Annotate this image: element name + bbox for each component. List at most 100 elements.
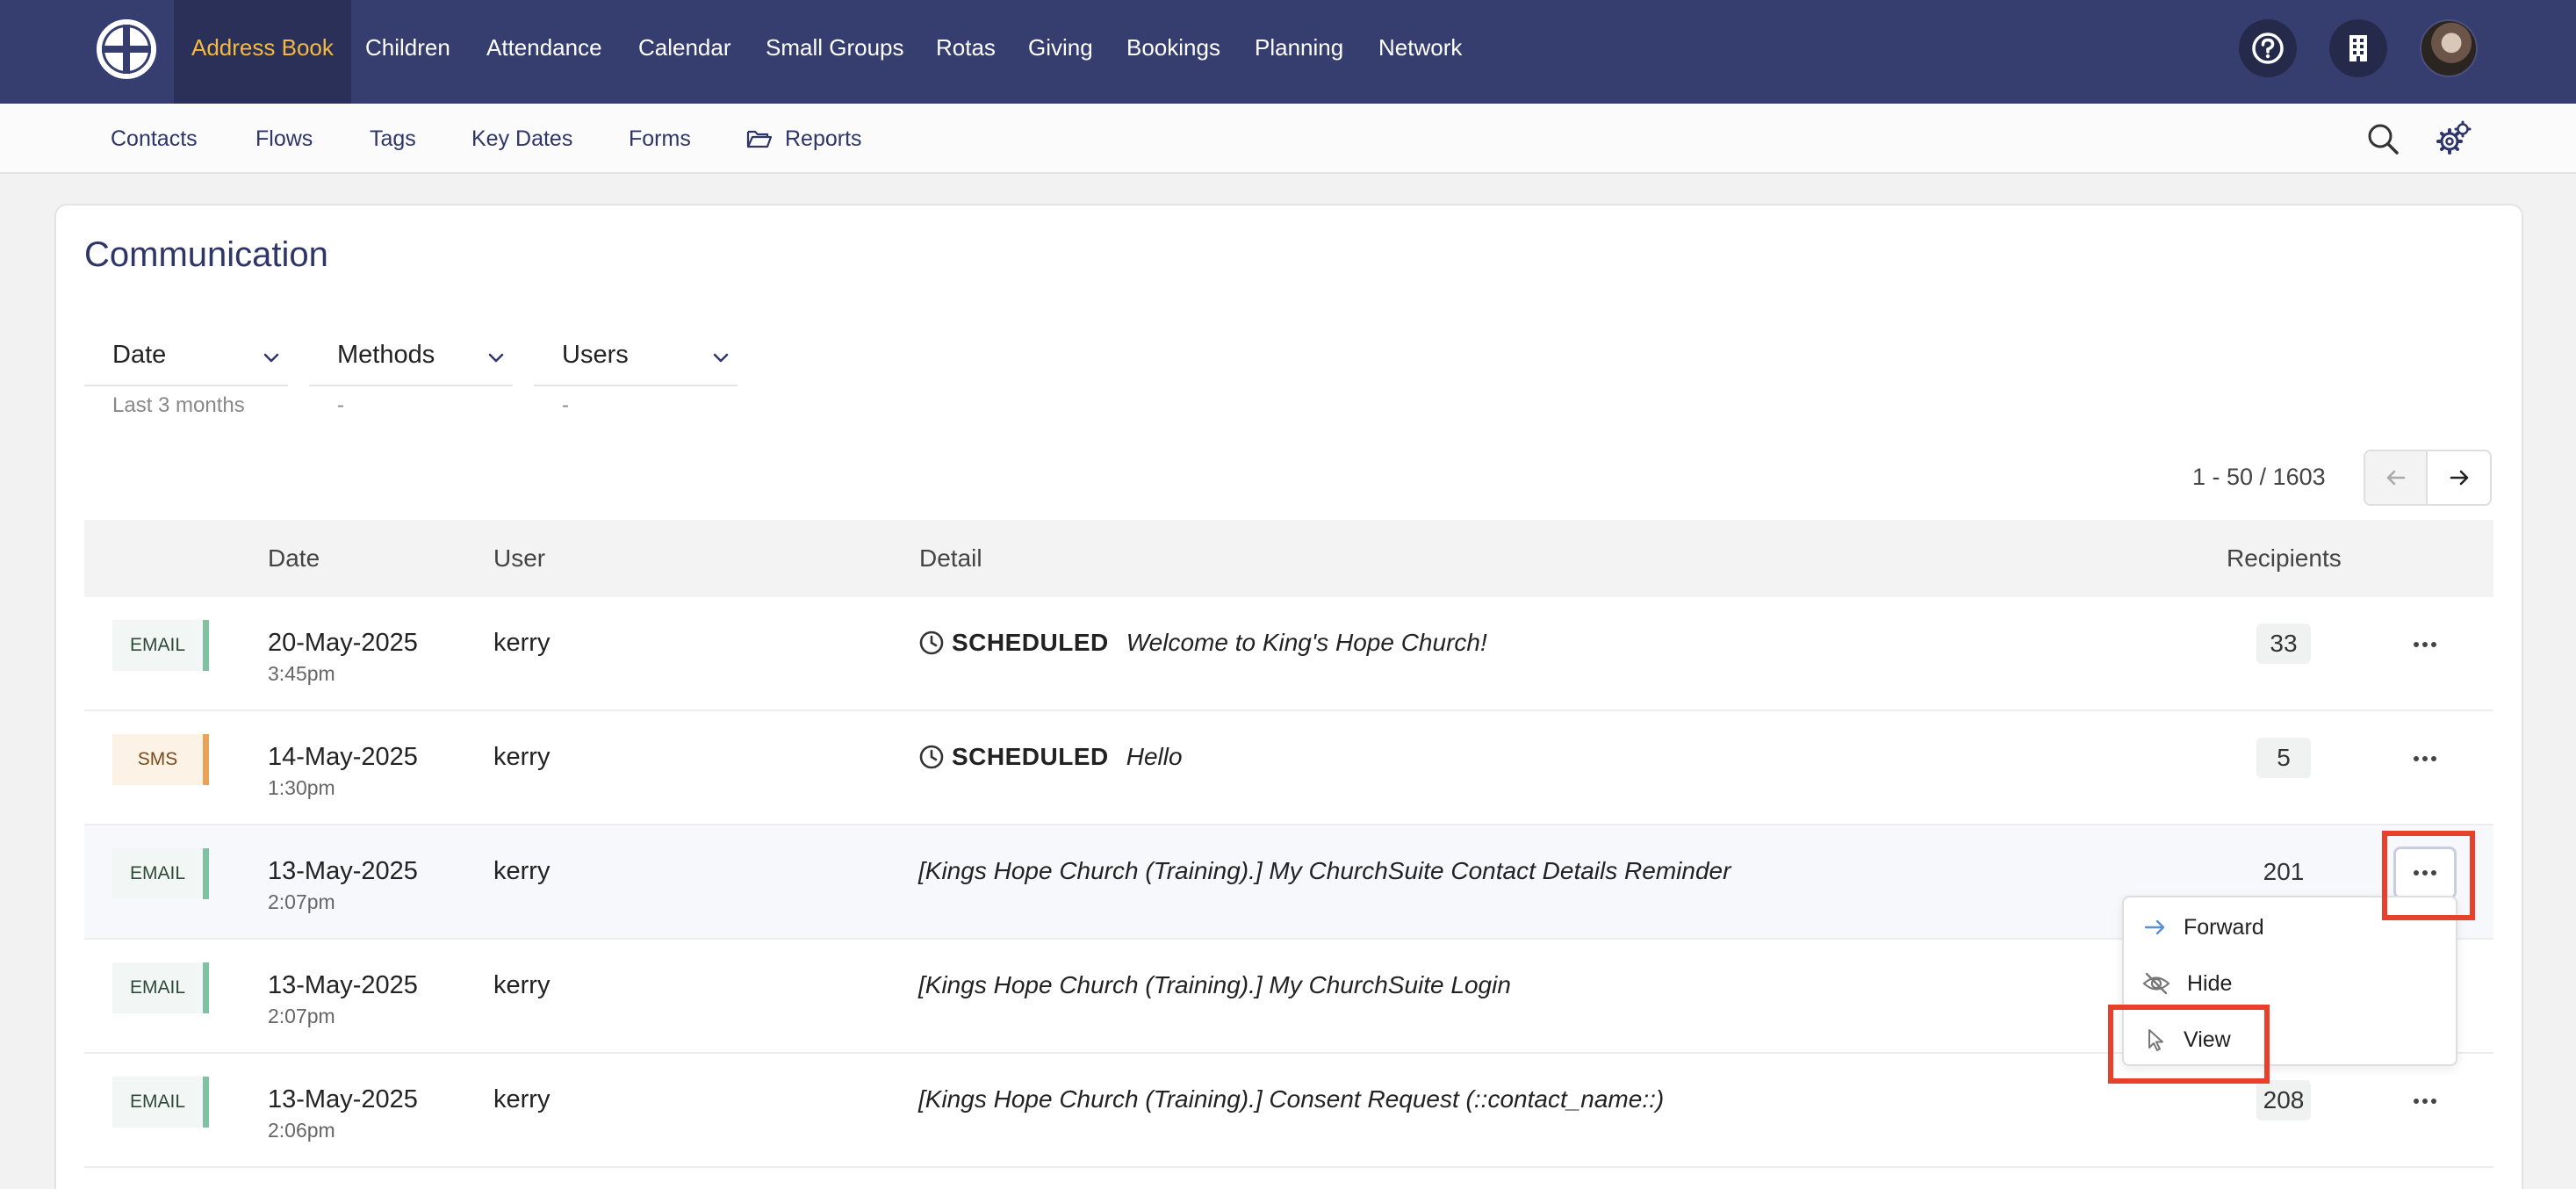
subnav-item-reports[interactable]: Reports	[746, 104, 862, 174]
nav-item-rotas[interactable]: Rotas	[936, 0, 996, 104]
methods-filter-label: Methods	[337, 341, 435, 369]
more-horizontal-icon	[2414, 1099, 2436, 1104]
method-badge-email: EMAIL	[112, 848, 209, 899]
clock-icon	[919, 745, 944, 769]
subnav-item-contacts[interactable]: Contacts	[111, 104, 198, 174]
row-subject: Welcome to King's Hope Church!	[1126, 629, 1487, 656]
row-subject: [Kings Hope Church (Training).] My Churc…	[918, 857, 1731, 884]
row-time: 1:30pm	[268, 776, 335, 799]
row-detail[interactable]: SCHEDULED Welcome to King's Hope Church!	[918, 629, 1487, 657]
arrow-left-icon	[2386, 470, 2405, 486]
methods-filter-dropdown[interactable]: Methods	[309, 325, 513, 386]
folder-open-icon	[746, 130, 773, 148]
churchsuite-logo-icon[interactable]	[97, 19, 156, 79]
row-actions-button[interactable]	[2393, 1075, 2457, 1128]
menu-item-forward-label: Forward	[2184, 914, 2264, 940]
scheduled-status: SCHEDULED	[952, 629, 1109, 656]
page-title: Communication	[84, 235, 328, 274]
row-subject: [Kings Hope Church (Training).] Consent …	[918, 1085, 1665, 1113]
recipients-count: 5	[2256, 738, 2311, 778]
more-horizontal-icon	[2414, 870, 2436, 876]
previous-page-button[interactable]	[2365, 451, 2428, 504]
users-filter-value: -	[562, 393, 569, 417]
row-time: 3:45pm	[268, 662, 335, 685]
row-actions-menu: Forward Hide View	[2122, 896, 2457, 1066]
chevron-down-icon	[488, 353, 504, 363]
method-badge-sms: SMS	[112, 734, 209, 785]
row-date: 13-May-2025	[268, 1085, 418, 1113]
subnav-item-forms[interactable]: Forms	[629, 104, 691, 174]
row-user: kerry	[493, 1085, 550, 1113]
row-time: 2:07pm	[268, 1005, 335, 1027]
clock-icon	[919, 631, 944, 655]
row-time: 2:07pm	[268, 890, 335, 913]
recipients-count: 33	[2256, 623, 2311, 664]
row-user: kerry	[493, 971, 550, 999]
row-time: 2:06pm	[268, 1119, 335, 1142]
building-icon	[2349, 35, 2367, 61]
table-header: Date User Detail Recipients	[84, 520, 2493, 597]
row-actions-button[interactable]	[2393, 732, 2457, 785]
table-row[interactable]: EMAIL 13-May-2025 2:06pm kerry [Kings Ho…	[84, 1054, 2493, 1168]
subnav-item-reports-label: Reports	[785, 126, 862, 151]
row-actions-button[interactable]	[2393, 618, 2457, 671]
nav-item-planning[interactable]: Planning	[1255, 0, 1343, 104]
eye-slash-icon	[2142, 972, 2170, 995]
menu-item-view[interactable]: View	[2124, 1012, 2456, 1068]
row-date: 20-May-2025	[268, 629, 418, 657]
pagination-range: 1 - 50 / 1603	[2192, 464, 2326, 490]
nav-item-network[interactable]: Network	[1378, 0, 1462, 104]
row-date: 13-May-2025	[268, 857, 418, 885]
table-row[interactable]: SMS 14-May-2025 1:30pm kerry SCHEDULED H…	[84, 711, 2493, 825]
row-actions-button[interactable]	[2393, 847, 2457, 899]
nav-item-giving[interactable]: Giving	[1028, 0, 1093, 104]
date-filter-dropdown[interactable]: Date	[84, 325, 288, 386]
nav-item-attendance[interactable]: Attendance	[486, 0, 602, 104]
column-header-recipients: Recipients	[2227, 544, 2342, 572]
row-date: 13-May-2025	[268, 971, 418, 999]
row-detail[interactable]: [Kings Hope Church (Training).] Consent …	[918, 1085, 1664, 1113]
row-detail[interactable]: [Kings Hope Church (Training).] My Churc…	[918, 971, 1511, 999]
nav-item-small-groups[interactable]: Small Groups	[766, 0, 904, 104]
row-user: kerry	[493, 629, 550, 657]
subnav-item-key-dates[interactable]: Key Dates	[471, 104, 572, 174]
menu-item-hide-label: Hide	[2187, 970, 2233, 996]
nav-item-address-book[interactable]: Address Book	[174, 0, 351, 104]
column-header-detail: Detail	[919, 544, 982, 572]
column-header-date[interactable]: Date	[268, 544, 320, 573]
help-button[interactable]	[2239, 19, 2297, 77]
column-header-user[interactable]: User	[493, 544, 545, 573]
scheduled-status: SCHEDULED	[952, 743, 1109, 770]
row-date: 14-May-2025	[268, 743, 418, 771]
row-subject: Hello	[1126, 743, 1183, 770]
search-icon[interactable]	[2364, 119, 2402, 158]
row-detail[interactable]: SCHEDULED Hello	[918, 743, 1183, 771]
menu-item-forward[interactable]: Forward	[2124, 899, 2456, 955]
nav-item-calendar[interactable]: Calendar	[638, 0, 731, 104]
settings-gears-icon[interactable]	[2434, 119, 2472, 158]
subnav-item-flows[interactable]: Flows	[255, 104, 313, 174]
row-user: kerry	[493, 743, 550, 771]
nav-item-bookings[interactable]: Bookings	[1126, 0, 1220, 104]
method-badge-email: EMAIL	[112, 1077, 209, 1128]
subnav-item-tags[interactable]: Tags	[370, 104, 416, 174]
menu-item-hide[interactable]: Hide	[2124, 955, 2456, 1012]
users-filter-dropdown[interactable]: Users	[534, 325, 738, 386]
more-horizontal-icon	[2414, 756, 2436, 761]
method-badge-email: EMAIL	[112, 962, 209, 1013]
sub-navigation-bar: Contacts Flows Tags Key Dates Forms Repo…	[0, 104, 2576, 174]
row-detail[interactable]: [Kings Hope Church (Training).] My Churc…	[918, 857, 1731, 885]
user-avatar[interactable]	[2420, 19, 2478, 77]
chevron-down-icon	[263, 353, 279, 363]
arrow-right-icon	[2144, 919, 2165, 935]
table-row[interactable]: EMAIL 20-May-2025 3:45pm kerry SCHEDULED…	[84, 597, 2493, 711]
pointer-icon	[2148, 1029, 2163, 1051]
users-filter-label: Users	[562, 341, 629, 369]
nav-item-children[interactable]: Children	[365, 0, 450, 104]
top-navigation-bar: Address Book Children Attendance Calenda…	[0, 0, 2576, 104]
recipients-count: 208	[2256, 1080, 2311, 1121]
methods-filter-value: -	[337, 393, 344, 417]
menu-item-view-label: View	[2184, 1027, 2231, 1052]
organisation-button[interactable]	[2329, 19, 2387, 77]
next-page-button[interactable]	[2428, 451, 2490, 504]
